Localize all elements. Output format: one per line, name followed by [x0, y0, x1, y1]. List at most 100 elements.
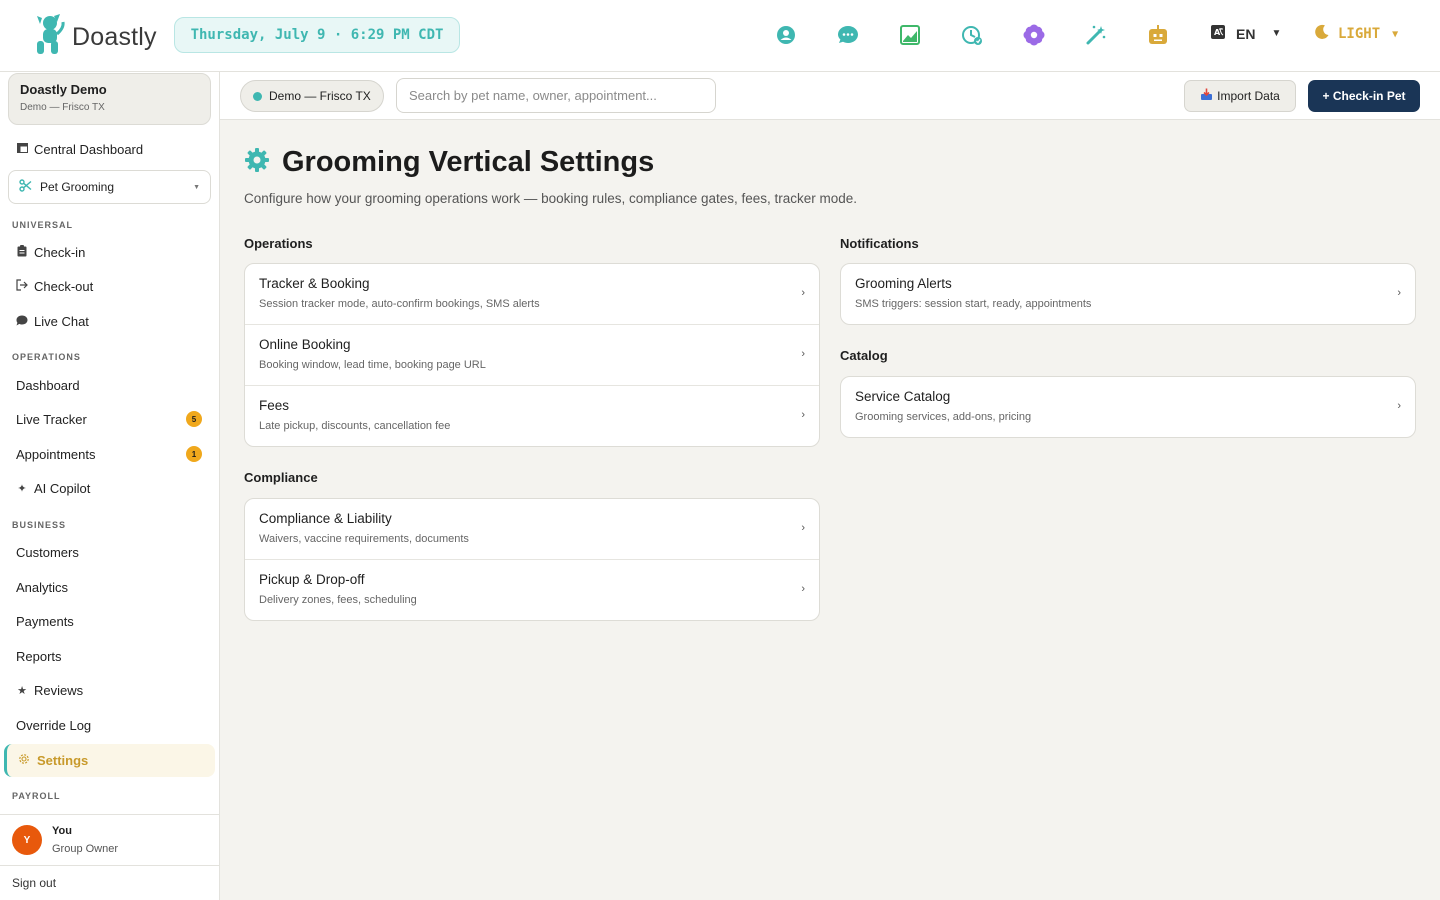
settings-card-online-booking[interactable]: Online Booking Booking window, lead time…	[245, 325, 819, 386]
settings-card-pickup-dropoff[interactable]: Pickup & Drop-off Delivery zones, fees, …	[245, 560, 819, 620]
location-status-dot	[253, 91, 262, 101]
card-description: Late pickup, discounts, cancellation fee	[259, 420, 451, 432]
sidebar-item-ai-copilot[interactable]: ✦ AI Copilot	[16, 481, 90, 496]
top-bar: Doastly Thursday, July 9 · 6:29 PM CDT A…	[0, 0, 1440, 72]
chevron-right-icon: ›	[1397, 287, 1401, 299]
sidebar-item-override-log[interactable]: Override Log	[16, 718, 91, 733]
page-heading: Grooming Vertical Settings	[282, 146, 655, 178]
gear-icon	[18, 753, 30, 768]
sidebar-item-reports[interactable]: Reports	[16, 649, 62, 664]
settings-card-compliance-liability[interactable]: Compliance & Liability Waivers, vaccine …	[245, 499, 819, 560]
card-description: Waivers, vaccine requirements, documents	[259, 533, 469, 545]
card-description: Grooming services, add-ons, pricing	[855, 411, 1032, 423]
sidebar-item-live-tracker[interactable]: Live Tracker	[16, 412, 87, 427]
chat-bubble-icon	[16, 315, 28, 329]
chevron-right-icon: ›	[801, 287, 805, 299]
org-name: Doastly Demo	[20, 82, 107, 97]
check-in-pet-button[interactable]: + Check-in Pet	[1308, 80, 1420, 112]
sidebar-item-label: Live Tracker	[16, 412, 87, 427]
sidebar-item-central-dashboard[interactable]: Central Dashboard	[16, 142, 143, 157]
section-business: BUSINESS	[12, 520, 67, 530]
page-title: Grooming Vertical Settings	[244, 146, 654, 179]
sidebar-item-live-chat[interactable]: Live Chat	[16, 314, 89, 329]
user-profile[interactable]: Y You Group Owner	[0, 814, 219, 866]
card-description: Booking window, lead time, booking page …	[259, 359, 486, 371]
analytics-icon[interactable]	[898, 23, 922, 47]
card-description: Delivery zones, fees, scheduling	[259, 594, 417, 606]
appointments-count-badge: 1	[186, 446, 202, 462]
sidebar-item-analytics[interactable]: Analytics	[16, 580, 68, 595]
sidebar: Doastly Demo Demo — Frisco TX Central Da…	[0, 72, 220, 900]
settings-card-fees[interactable]: Fees Late pickup, discounts, cancellatio…	[245, 386, 819, 446]
sidebar-item-dashboard[interactable]: Dashboard	[16, 378, 80, 393]
brand-logo[interactable]: Doastly	[32, 14, 157, 61]
chevron-down-icon: ▼	[1392, 28, 1399, 40]
sidebar-item-label: Dashboard	[16, 378, 80, 393]
sidebar-item-reviews[interactable]: ★ Reviews	[16, 683, 83, 698]
translate-icon: A	[1210, 24, 1226, 43]
sign-out-link[interactable]: Sign out	[12, 876, 56, 890]
import-data-button[interactable]: Import Data	[1184, 80, 1296, 112]
inbox-tray-icon	[1200, 88, 1213, 104]
chat-icon[interactable]	[836, 23, 860, 47]
compliance-settings-group: Compliance & Liability Waivers, vaccine …	[244, 498, 820, 621]
magic-wand-icon[interactable]	[1084, 23, 1108, 47]
group-title-notifications: Notifications	[840, 236, 919, 251]
live-tracker-count-badge: 5	[186, 411, 202, 427]
section-operations: OPERATIONS	[12, 352, 81, 362]
settings-card-grooming-alerts[interactable]: Grooming Alerts SMS triggers: session st…	[841, 264, 1415, 324]
sparkle-icon: ✦	[17, 483, 27, 495]
notifications-settings-group: Grooming Alerts SMS triggers: session st…	[840, 263, 1416, 325]
moon-icon	[1314, 24, 1330, 44]
chevron-right-icon: ›	[801, 583, 805, 595]
sidebar-item-label: Live Chat	[34, 314, 89, 329]
card-title: Pickup & Drop-off	[259, 572, 365, 587]
sub-header: Demo — Frisco TX Import Data + Check-in …	[220, 72, 1440, 120]
chevron-right-icon: ›	[801, 409, 805, 421]
settings-card-service-catalog[interactable]: Service Catalog Grooming services, add-o…	[841, 377, 1415, 437]
section-payroll: PAYROLL	[12, 791, 61, 801]
sidebar-item-settings[interactable]: Settings	[4, 744, 215, 777]
chevron-right-icon: ›	[801, 522, 805, 534]
card-title: Compliance & Liability	[259, 511, 392, 526]
sidebar-item-customers[interactable]: Customers	[16, 545, 79, 560]
chevron-down-icon: ▼	[1271, 28, 1282, 39]
theme-toggle[interactable]: LIGHT ▼	[1314, 24, 1398, 44]
avatar: Y	[12, 825, 42, 855]
dashboard-icon	[16, 143, 28, 156]
page-description: Configure how your grooming operations w…	[244, 191, 858, 206]
user-role: Group Owner	[52, 843, 119, 855]
card-title: Grooming Alerts	[855, 276, 952, 291]
grooming-flower-icon[interactable]	[1022, 23, 1046, 47]
sidebar-item-payments[interactable]: Payments	[16, 614, 74, 629]
support-icon[interactable]	[774, 23, 798, 47]
sidebar-item-check-out[interactable]: Check-out	[16, 279, 93, 294]
chevron-right-icon: ›	[1397, 400, 1401, 412]
sidebar-item-appointments[interactable]: Appointments	[16, 447, 96, 462]
settings-card-tracker-booking[interactable]: Tracker & Booking Session tracker mode, …	[245, 264, 819, 325]
user-name: You	[52, 825, 72, 837]
vertical-selector[interactable]: Pet Grooming ▼	[8, 170, 211, 204]
sidebar-item-label: Appointments	[16, 447, 96, 462]
sidebar-item-check-in[interactable]: Check-in	[16, 245, 85, 260]
language-label: EN	[1236, 25, 1256, 42]
sidebar-item-label: Check-out	[34, 279, 94, 294]
sidebar-item-label: AI Copilot	[34, 481, 91, 496]
org-location: Demo — Frisco TX	[20, 102, 105, 113]
vertical-label: Pet Grooming	[40, 180, 115, 194]
sidebar-item-label: Check-in	[34, 245, 86, 260]
location-selector[interactable]: Demo — Frisco TX	[240, 80, 384, 112]
chevron-right-icon: ›	[801, 348, 805, 360]
language-selector[interactable]: A EN ▼	[1210, 24, 1281, 43]
robot-icon[interactable]	[1146, 23, 1170, 47]
section-universal: UNIVERSAL	[12, 220, 74, 230]
card-title: Online Booking	[259, 337, 351, 352]
location-label: Demo — Frisco TX	[269, 89, 371, 103]
search-input[interactable]	[396, 78, 716, 113]
chevron-down-icon: ▼	[193, 183, 200, 191]
theme-label: LIGHT	[1338, 26, 1381, 42]
star-icon: ★	[17, 685, 27, 697]
history-clock-icon[interactable]	[960, 23, 984, 47]
org-switcher[interactable]: Doastly Demo Demo — Frisco TX	[8, 73, 211, 125]
sidebar-item-label: Override Log	[16, 718, 92, 733]
